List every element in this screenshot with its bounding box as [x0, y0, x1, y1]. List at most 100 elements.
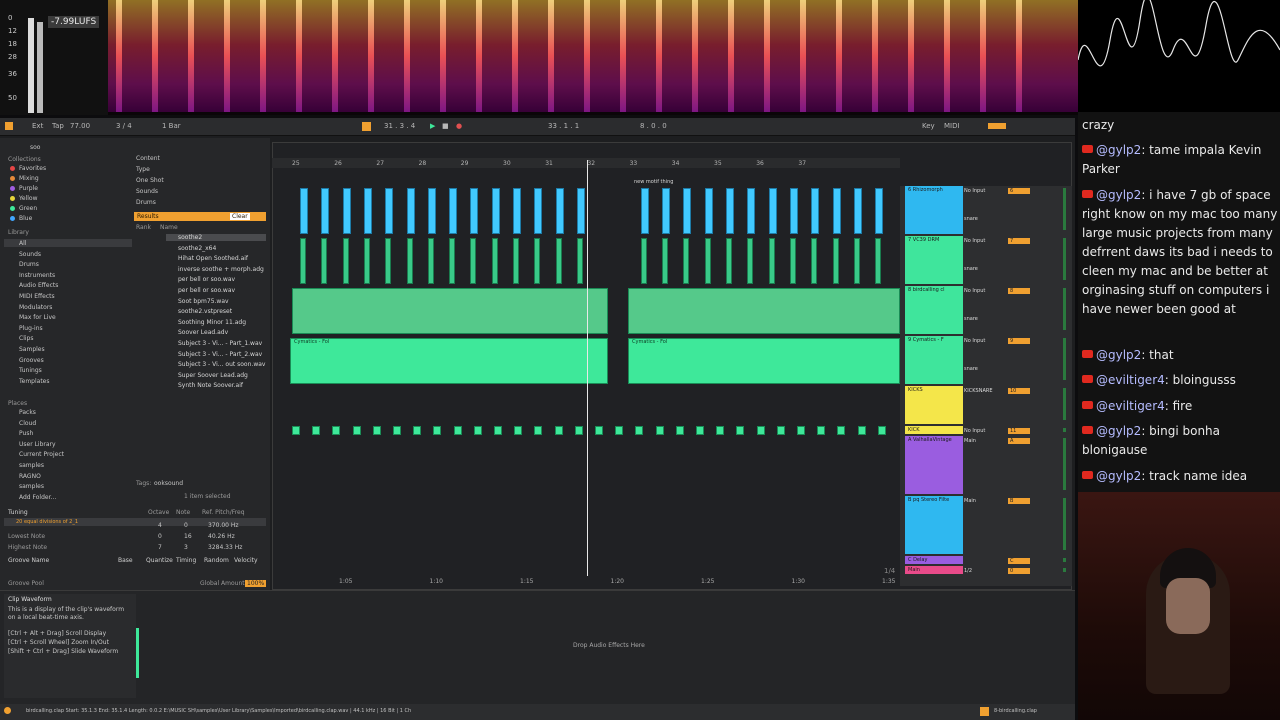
library-item[interactable]: Instruments — [19, 272, 55, 279]
midi-map-button[interactable]: MIDI — [944, 122, 960, 130]
drum-clip[interactable] — [385, 238, 392, 284]
kick-clip[interactable] — [413, 426, 422, 435]
track-output[interactable]: snare — [964, 266, 978, 272]
kick-clip[interactable] — [655, 426, 664, 435]
chat-username[interactable]: @gylp2 — [1096, 424, 1141, 438]
track-number[interactable]: 11 — [1008, 428, 1030, 434]
drum-clip[interactable] — [513, 188, 521, 234]
drum-clip[interactable] — [300, 238, 306, 284]
kick-clip[interactable] — [696, 426, 704, 435]
kick-clip[interactable] — [312, 426, 321, 435]
result-item[interactable]: Hihat Open Soothed.aif — [178, 255, 248, 262]
ext-sync-button[interactable]: Ext — [32, 122, 43, 130]
drum-clip[interactable] — [662, 238, 669, 284]
stop-icon[interactable]: ■ — [442, 122, 449, 130]
drum-clip[interactable] — [875, 188, 884, 234]
result-item[interactable]: Soothing Minor 11.adg — [178, 319, 246, 326]
kick-clip[interactable] — [595, 426, 603, 435]
kick-clip[interactable] — [494, 426, 502, 435]
track-header[interactable]: 7 VC39 DRM — [905, 236, 963, 284]
kick-clip[interactable] — [534, 426, 543, 435]
chat-username[interactable]: @eviltiger4 — [1096, 399, 1165, 413]
library-item[interactable]: Grooves — [19, 357, 44, 364]
places-item[interactable]: Packs — [19, 409, 36, 416]
library-item[interactable]: Modulators — [19, 304, 52, 311]
drum-clip[interactable] — [768, 188, 777, 234]
filter-item[interactable]: Sounds — [136, 188, 158, 195]
track-header[interactable]: KICK — [905, 426, 963, 434]
quantize-menu[interactable]: 1 Bar — [162, 122, 181, 130]
result-item[interactable]: per bell or soo.wav — [178, 276, 235, 283]
drum-clip[interactable] — [683, 188, 692, 234]
drum-clip[interactable] — [704, 188, 713, 234]
drum-clip[interactable] — [342, 188, 351, 234]
drum-clip[interactable] — [385, 188, 394, 234]
kick-clip[interactable] — [292, 426, 300, 435]
result-item[interactable]: per bell or soo.wav — [178, 287, 235, 294]
kick-clip[interactable] — [453, 426, 462, 435]
drum-clip[interactable] — [789, 188, 798, 234]
result-item[interactable]: soothe2.vstpreset — [178, 308, 232, 315]
audio-clip[interactable] — [628, 338, 900, 384]
record-icon[interactable]: ● — [456, 122, 462, 130]
library-item[interactable]: Audio Effects — [19, 282, 58, 289]
drum-clip[interactable] — [640, 238, 647, 284]
loop-start-field[interactable]: 33 . 1 . 1 — [548, 122, 579, 130]
kick-clip[interactable] — [554, 426, 563, 435]
drum-clip[interactable] — [491, 238, 498, 284]
kick-clip[interactable] — [675, 426, 684, 435]
track-input[interactable]: Main — [964, 498, 976, 504]
drum-clip[interactable] — [726, 188, 734, 234]
drum-clip[interactable] — [875, 238, 882, 284]
library-item[interactable]: Samples — [19, 346, 45, 353]
places-item[interactable]: Add Folder... — [19, 494, 56, 501]
filter-item[interactable]: Content — [136, 155, 160, 162]
drum-clip[interactable] — [470, 188, 479, 234]
track-number[interactable]: 6 — [1008, 188, 1030, 194]
library-item[interactable]: Drums — [19, 261, 39, 268]
library-item[interactable]: Plug-ins — [19, 325, 43, 332]
collection-item[interactable]: Yellow — [19, 195, 37, 202]
kick-clip[interactable] — [736, 426, 745, 435]
kick-clip[interactable] — [716, 426, 725, 435]
track-number[interactable]: A — [1008, 438, 1030, 444]
kick-clip[interactable] — [473, 426, 482, 435]
locator-marker[interactable]: new motif thing — [634, 179, 673, 185]
chat-username[interactable]: @gylp2 — [1096, 348, 1141, 362]
track-header[interactable]: KICKS — [905, 386, 963, 424]
drum-clip[interactable] — [321, 188, 330, 234]
tuning-freq[interactable]: 370.00 Hz — [208, 522, 239, 529]
info-icon[interactable] — [4, 707, 11, 714]
library-item[interactable]: Max for Live — [19, 314, 56, 321]
clear-button[interactable]: Clear — [230, 213, 250, 220]
library-item[interactable]: MIDI Effects — [19, 293, 55, 300]
places-item[interactable]: Cloud — [19, 420, 36, 427]
track-input[interactable]: No Input — [964, 288, 985, 294]
track-input[interactable]: No Input — [964, 238, 985, 244]
tuning-freq[interactable]: 3284.33 Hz — [208, 544, 242, 551]
drum-clip[interactable] — [768, 238, 775, 284]
tempo-field[interactable]: 77.00 — [70, 122, 90, 130]
drum-clip[interactable] — [789, 238, 796, 284]
drum-clip[interactable] — [406, 238, 413, 284]
track-input[interactable]: No Input — [964, 338, 985, 344]
global-amount-value[interactable]: 100% — [245, 580, 267, 587]
play-icon[interactable]: ▶ — [430, 122, 435, 130]
drum-clip[interactable] — [534, 188, 543, 234]
drum-clip[interactable] — [470, 238, 477, 284]
tap-tempo-button[interactable]: Tap — [52, 122, 64, 130]
kick-clip[interactable] — [372, 426, 381, 435]
kick-clip[interactable] — [574, 426, 583, 435]
track-output[interactable]: snare — [964, 316, 978, 322]
track-input[interactable]: KICKSNARE — [964, 388, 993, 394]
kick-clip[interactable] — [393, 426, 401, 435]
library-item[interactable]: Sounds — [19, 251, 41, 258]
library-item[interactable]: Tunings — [19, 367, 42, 374]
tuning-note[interactable]: 16 — [184, 533, 192, 540]
track-input[interactable]: No Input — [964, 428, 985, 434]
chat-username[interactable]: @gylp2 — [1096, 143, 1141, 157]
chat-username[interactable]: @gylp2 — [1096, 188, 1141, 202]
rank-column-header[interactable]: Rank — [136, 224, 151, 231]
result-item[interactable]: Subject 3 - Vi... - Part_2.wav — [178, 351, 262, 358]
drum-clip[interactable] — [811, 188, 820, 234]
